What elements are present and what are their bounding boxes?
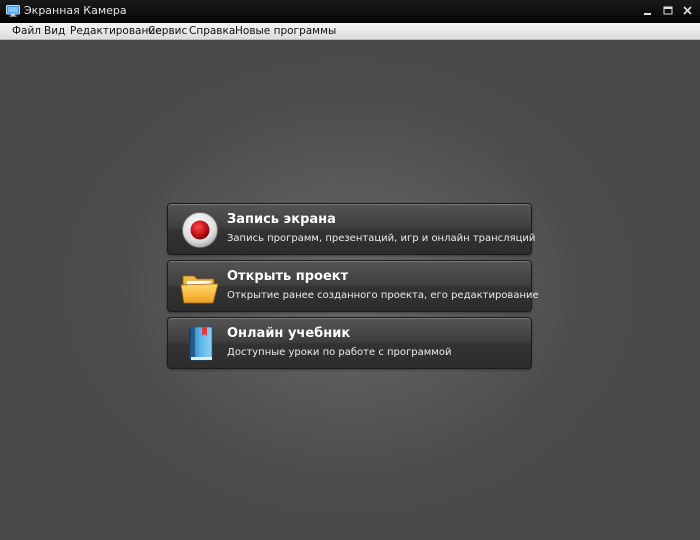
online-tutorial-button[interactable]: Онлайн учебник Доступные уроки по работе…: [167, 317, 532, 369]
record-screen-title: Запись экрана: [227, 212, 336, 227]
open-project-description: Открытие ранее созданного проекта, его р…: [227, 290, 539, 301]
window-title: Экранная Камера: [24, 4, 127, 17]
menu-service[interactable]: Сервис: [148, 25, 187, 38]
record-screen-description: Запись программ, презентаций, игр и онла…: [227, 233, 536, 244]
maximize-icon[interactable]: [660, 4, 676, 18]
monitor-icon: [6, 5, 20, 17]
record-screen-button[interactable]: Запись экрана Запись программ, презентац…: [167, 203, 536, 255]
title-bar[interactable]: Экранная Камера: [0, 0, 700, 23]
menu-help[interactable]: Справка: [189, 25, 235, 38]
menu-new-programs[interactable]: Новые программы: [235, 25, 336, 38]
open-project-title: Открыть проект: [227, 269, 349, 284]
record-icon: [182, 212, 218, 248]
open-project-button[interactable]: Открыть проект Открытие ранее созданного…: [167, 260, 539, 312]
folder-icon: [180, 275, 219, 304]
book-icon: [189, 326, 213, 361]
menu-file[interactable]: Файл: [12, 25, 41, 38]
app-window: Экранная Камера Файл Вид Редактирование …: [0, 0, 700, 540]
start-screen: Запись экрана Запись программ, презентац…: [0, 40, 700, 540]
online-tutorial-description: Доступные уроки по работе с программой: [227, 347, 452, 358]
close-icon[interactable]: [680, 4, 696, 18]
menu-view[interactable]: Вид: [44, 25, 65, 38]
minimize-icon[interactable]: [640, 4, 656, 18]
menu-bar: Файл Вид Редактирование Сервис Справка Н…: [0, 23, 700, 40]
online-tutorial-title: Онлайн учебник: [227, 326, 351, 341]
